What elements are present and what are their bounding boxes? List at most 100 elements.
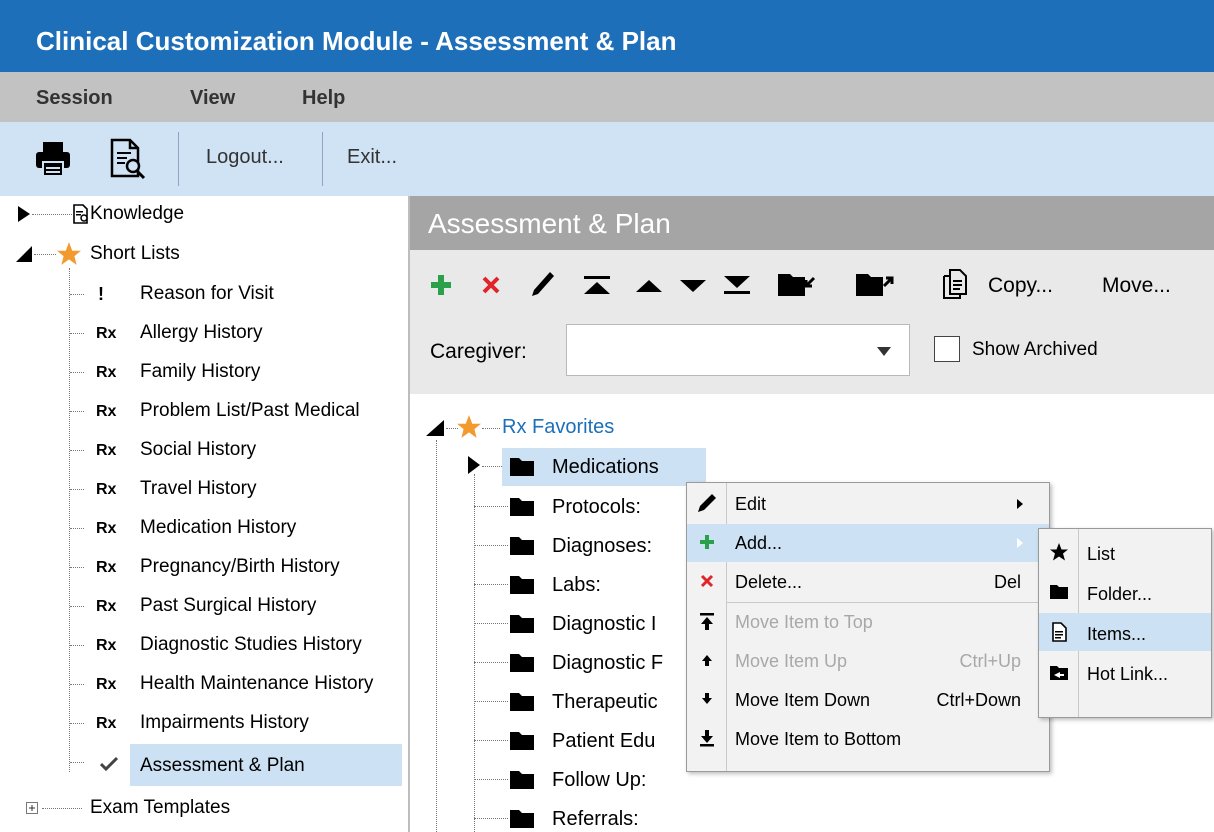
- tree-folder[interactable]: Follow Up:: [474, 759, 714, 797]
- pencil-icon: [698, 494, 716, 512]
- short-list-label: Pregnancy/Birth History: [140, 556, 340, 577]
- tree-label-short-lists: Short Lists: [90, 243, 180, 264]
- tree-folder[interactable]: Protocols:: [474, 486, 714, 524]
- folder-icon: [510, 732, 534, 750]
- copy-button[interactable]: Copy...: [988, 274, 1053, 298]
- tree-folder[interactable]: Diagnoses:: [474, 525, 714, 563]
- short-list-item[interactable]: Rx Family History: [70, 354, 400, 390]
- show-archived-checkbox[interactable]: [934, 336, 960, 362]
- context-menu-delete[interactable]: Delete... Del: [687, 563, 1049, 601]
- short-list-item[interactable]: Rx Medication History: [70, 510, 400, 546]
- rx-icon: Rx: [96, 598, 117, 615]
- short-list-item[interactable]: Rx Health Maintenance History: [70, 666, 408, 702]
- tree-folder[interactable]: Referrals:: [474, 798, 714, 832]
- delete-icon[interactable]: [482, 276, 500, 294]
- folder-icon: [510, 576, 534, 594]
- folder-icon: [510, 537, 534, 555]
- context-menu-move-down[interactable]: Move Item Down Ctrl+Down: [687, 681, 1049, 719]
- caregiver-dropdown[interactable]: [566, 324, 910, 376]
- expand-arrow-icon[interactable]: [18, 206, 30, 222]
- folder-label: Labs:: [552, 574, 601, 596]
- add-icon[interactable]: [430, 274, 452, 296]
- submenu-arrow-icon: [1017, 499, 1023, 509]
- exit-button[interactable]: Exit...: [347, 146, 397, 169]
- tree-folder[interactable]: Therapeutic: [474, 681, 714, 719]
- short-list-item[interactable]: Rx Pregnancy/Birth History: [70, 549, 400, 585]
- short-list-label: Diagnostic Studies History: [140, 634, 362, 655]
- rx-icon: Rx: [96, 520, 117, 537]
- folder-import-icon[interactable]: [776, 270, 816, 298]
- context-menu: Edit Add... Delete... Del Move Item to T…: [686, 482, 1050, 772]
- medications-folder[interactable]: Medications: [502, 448, 706, 486]
- expand-plus-icon[interactable]: [26, 802, 38, 814]
- print-icon[interactable]: [34, 140, 72, 178]
- folder-icon: [510, 498, 534, 516]
- context-menu-add[interactable]: Add...: [687, 524, 1049, 562]
- folder-icon: [510, 615, 534, 633]
- hotlink-icon: [1050, 666, 1068, 680]
- folder-export-icon[interactable]: [854, 270, 894, 298]
- top-arrow-icon: [700, 613, 714, 630]
- short-list-item[interactable]: Rx Diagnostic Studies History: [70, 627, 400, 663]
- short-list-item[interactable]: Rx Social History: [70, 432, 400, 468]
- short-list-item-selected[interactable]: Assessment & Plan: [70, 744, 402, 786]
- rx-icon: Rx: [96, 325, 117, 342]
- x-icon: [700, 574, 714, 588]
- move-button[interactable]: Move...: [1102, 274, 1171, 298]
- folder-icon: [510, 810, 534, 828]
- move-up-icon[interactable]: [634, 278, 664, 294]
- short-list-item[interactable]: Rx Allergy History: [70, 315, 400, 351]
- knowledge-icon: [73, 204, 88, 224]
- rx-favorites-root[interactable]: Rx Favorites: [502, 416, 614, 439]
- tree-folder[interactable]: Diagnostic F: [474, 642, 714, 680]
- folder-label: Therapeutic: [552, 691, 658, 713]
- folder-label: Diagnostic I: [552, 613, 657, 635]
- short-list-item[interactable]: ! Reason for Visit: [70, 276, 400, 312]
- short-list-label: Travel History: [140, 478, 257, 499]
- submenu-folder[interactable]: Folder...: [1039, 573, 1211, 611]
- tree-node-knowledge[interactable]: Knowledge: [0, 196, 400, 232]
- menu-help[interactable]: Help: [302, 87, 345, 110]
- folder-icon: [510, 771, 534, 789]
- context-menu-move-bottom[interactable]: Move Item to Bottom: [687, 720, 1049, 758]
- move-down-icon[interactable]: [678, 278, 708, 294]
- folder-label: Patient Edu: [552, 730, 656, 752]
- collapse-arrow-icon[interactable]: [426, 420, 444, 436]
- collapse-arrow-icon[interactable]: [16, 246, 32, 262]
- folder-icon: [510, 458, 534, 476]
- checkmark-icon: [100, 756, 118, 772]
- short-list-item[interactable]: Rx Impairments History: [70, 705, 400, 741]
- menu-view[interactable]: View: [190, 87, 235, 110]
- preview-icon[interactable]: [108, 138, 148, 180]
- edit-pencil-icon[interactable]: [530, 270, 556, 298]
- folder-label: Protocols:: [552, 496, 641, 518]
- short-list-item[interactable]: Rx Travel History: [70, 471, 400, 507]
- submenu-items[interactable]: Items...: [1039, 613, 1211, 651]
- menu-session[interactable]: Session: [36, 87, 113, 110]
- expand-arrow-icon[interactable]: [468, 456, 480, 474]
- folder-icon: [1050, 585, 1068, 599]
- short-list-label: Reason for Visit: [140, 283, 274, 304]
- star-icon: [57, 242, 81, 265]
- tree-folder[interactable]: Labs:: [474, 564, 714, 602]
- logout-button[interactable]: Logout...: [206, 146, 284, 169]
- rx-icon: Rx: [96, 481, 117, 498]
- folder-label: Diagnostic F: [552, 652, 664, 674]
- folder-label: Follow Up:: [552, 769, 647, 791]
- context-menu-move-up[interactable]: Move Item Up Ctrl+Up: [687, 642, 1049, 680]
- add-submenu: List Folder... Items... Hot Link...: [1038, 528, 1212, 718]
- context-menu-edit[interactable]: Edit: [687, 485, 1049, 523]
- rx-icon: Rx: [96, 559, 117, 576]
- move-bottom-icon[interactable]: [722, 274, 752, 296]
- tree-node-exam-templates[interactable]: Exam Templates: [0, 790, 400, 826]
- tree-node-short-lists[interactable]: Short Lists: [0, 236, 400, 272]
- tree-folder[interactable]: Diagnostic I: [474, 603, 714, 641]
- submenu-list[interactable]: List: [1039, 533, 1211, 571]
- tree-folder[interactable]: Patient Edu: [474, 720, 714, 758]
- move-top-icon[interactable]: [582, 274, 612, 296]
- short-list-item[interactable]: Rx Problem List/Past Medical: [70, 393, 400, 429]
- context-menu-move-top[interactable]: Move Item to Top: [687, 603, 1049, 641]
- submenu-hot-link[interactable]: Hot Link...: [1039, 653, 1211, 691]
- short-list-item[interactable]: Rx Past Surgical History: [70, 588, 400, 624]
- copy-icon[interactable]: [942, 268, 968, 300]
